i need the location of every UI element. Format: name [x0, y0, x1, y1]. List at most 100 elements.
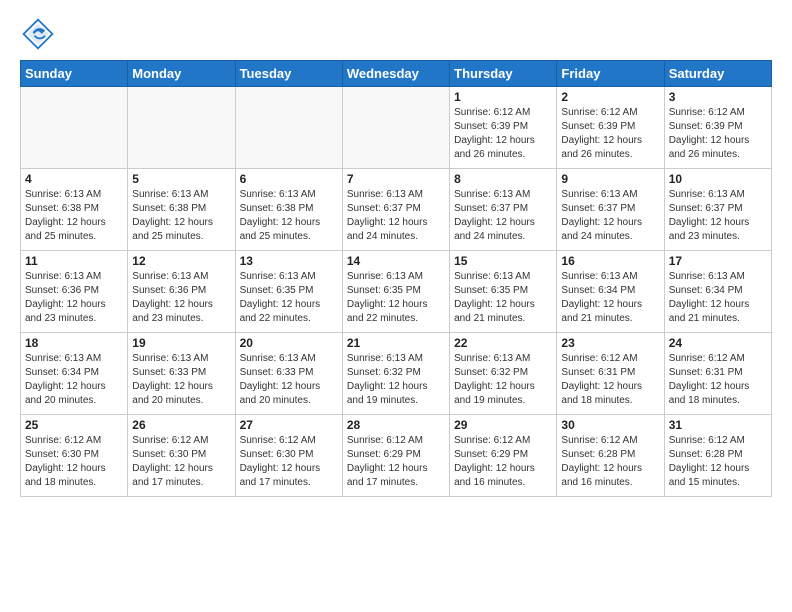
day-number: 3 [669, 90, 767, 104]
day-number: 31 [669, 418, 767, 432]
calendar-cell: 16Sunrise: 6:13 AM Sunset: 6:34 PM Dayli… [557, 251, 664, 333]
calendar-cell: 12 Sunrise: 6:13 AM Sunset: 6:36 PM Dayli… [128, 251, 235, 333]
calendar-cell: 3Sunrise: 6:12 AM Sunset: 6:39 PM Daylig… [664, 87, 771, 169]
day-number: 28 [347, 418, 445, 432]
week-row-5: 25Sunrise: 6:12 AM Sunset: 6:30 PM Dayli… [21, 415, 772, 497]
calendar-cell: 30 Sunrise: 6:12 AM Sunset: 6:28 PM Dayli… [557, 415, 664, 497]
day-info: Sunrise: 6:13 AM Sunset: 6:37 PM Dayligh… [669, 188, 767, 244]
day-number: 26 [132, 418, 230, 432]
day-info: Sunrise: 6:12 AM Sunset: 6:28 PM Dayligh… [561, 434, 659, 490]
calendar-cell: 10 Sunrise: 6:13 AM Sunset: 6:37 PM Dayli… [664, 169, 771, 251]
day-number: 23 [561, 336, 659, 350]
day-number: 19 [132, 336, 230, 350]
calendar-cell: 18 Sunrise: 6:13 AM Sunset: 6:34 PM Dayli… [21, 333, 128, 415]
day-number: 16 [561, 254, 659, 268]
day-number: 27 [240, 418, 338, 432]
weekday-header-row: SundayMondayTuesdayWednesdayThursdayFrid… [21, 61, 772, 87]
day-number: 24 [669, 336, 767, 350]
day-number: 21 [347, 336, 445, 350]
day-info: Sunrise: 6:12 AM Sunset: 6:29 PM Dayligh… [347, 434, 445, 490]
day-number: 12 [132, 254, 230, 268]
day-number: 30 [561, 418, 659, 432]
day-info: Sunrise: 6:12 AM Sunset: 6:39 PM Dayligh… [561, 106, 659, 162]
day-number: 13 [240, 254, 338, 268]
calendar-cell: 4 Sunrise: 6:13 AM Sunset: 6:38 PM Daylig… [21, 169, 128, 251]
calendar-cell: 9Sunrise: 6:13 AM Sunset: 6:37 PM Daylig… [557, 169, 664, 251]
calendar-cell: 14 Sunrise: 6:13 AM Sunset: 6:35 PM Dayli… [342, 251, 449, 333]
weekday-header-wednesday: Wednesday [342, 61, 449, 87]
day-info: Sunrise: 6:13 AM Sunset: 6:37 PM Dayligh… [347, 188, 445, 244]
day-info: Sunrise: 6:13 AM Sunset: 6:37 PM Dayligh… [454, 188, 552, 244]
day-number: 20 [240, 336, 338, 350]
day-number: 29 [454, 418, 552, 432]
calendar-cell [235, 87, 342, 169]
day-number: 2 [561, 90, 659, 104]
day-info: Sunrise: 6:12 AM Sunset: 6:30 PM Dayligh… [132, 434, 230, 490]
weekday-header-saturday: Saturday [664, 61, 771, 87]
day-number: 5 [132, 172, 230, 186]
day-info: Sunrise: 6:13 AM Sunset: 6:32 PM Dayligh… [347, 352, 445, 408]
calendar-cell: 23Sunrise: 6:12 AM Sunset: 6:31 PM Dayli… [557, 333, 664, 415]
day-info: Sunrise: 6:13 AM Sunset: 6:34 PM Dayligh… [25, 352, 123, 408]
day-info: Sunrise: 6:12 AM Sunset: 6:28 PM Dayligh… [669, 434, 767, 490]
day-number: 11 [25, 254, 123, 268]
page: SundayMondayTuesdayWednesdayThursdayFrid… [0, 0, 792, 612]
day-number: 1 [454, 90, 552, 104]
calendar-cell: 28 Sunrise: 6:12 AM Sunset: 6:29 PM Dayli… [342, 415, 449, 497]
calendar-cell: 7 Sunrise: 6:13 AM Sunset: 6:37 PM Daylig… [342, 169, 449, 251]
calendar-cell: 13Sunrise: 6:13 AM Sunset: 6:35 PM Dayli… [235, 251, 342, 333]
day-info: Sunrise: 6:13 AM Sunset: 6:38 PM Dayligh… [132, 188, 230, 244]
calendar-cell: 8Sunrise: 6:13 AM Sunset: 6:37 PM Daylig… [450, 169, 557, 251]
day-info: Sunrise: 6:13 AM Sunset: 6:33 PM Dayligh… [240, 352, 338, 408]
day-info: Sunrise: 6:13 AM Sunset: 6:35 PM Dayligh… [454, 270, 552, 326]
calendar-cell: 29 Sunrise: 6:12 AM Sunset: 6:29 PM Dayli… [450, 415, 557, 497]
calendar-cell: 5 Sunrise: 6:13 AM Sunset: 6:38 PM Daylig… [128, 169, 235, 251]
day-number: 7 [347, 172, 445, 186]
day-info: Sunrise: 6:13 AM Sunset: 6:33 PM Dayligh… [132, 352, 230, 408]
weekday-header-tuesday: Tuesday [235, 61, 342, 87]
header [20, 16, 772, 52]
logo-icon [20, 16, 56, 52]
day-info: Sunrise: 6:13 AM Sunset: 6:38 PM Dayligh… [240, 188, 338, 244]
calendar-cell: 22 Sunrise: 6:13 AM Sunset: 6:32 PM Dayli… [450, 333, 557, 415]
calendar-cell: 11Sunrise: 6:13 AM Sunset: 6:36 PM Dayli… [21, 251, 128, 333]
day-number: 15 [454, 254, 552, 268]
day-info: Sunrise: 6:13 AM Sunset: 6:35 PM Dayligh… [347, 270, 445, 326]
weekday-header-thursday: Thursday [450, 61, 557, 87]
day-info: Sunrise: 6:13 AM Sunset: 6:37 PM Dayligh… [561, 188, 659, 244]
calendar-cell: 25Sunrise: 6:12 AM Sunset: 6:30 PM Dayli… [21, 415, 128, 497]
day-number: 4 [25, 172, 123, 186]
day-number: 18 [25, 336, 123, 350]
day-number: 14 [347, 254, 445, 268]
calendar-cell: 31 Sunrise: 6:12 AM Sunset: 6:28 PM Dayli… [664, 415, 771, 497]
weekday-header-friday: Friday [557, 61, 664, 87]
day-info: Sunrise: 6:12 AM Sunset: 6:30 PM Dayligh… [240, 434, 338, 490]
day-number: 6 [240, 172, 338, 186]
logo [20, 16, 60, 52]
week-row-4: 18 Sunrise: 6:13 AM Sunset: 6:34 PM Dayli… [21, 333, 772, 415]
week-row-1: 1 Sunrise: 6:12 AM Sunset: 6:39 PM Daylig… [21, 87, 772, 169]
day-info: Sunrise: 6:12 AM Sunset: 6:39 PM Dayligh… [454, 106, 552, 162]
calendar-cell [21, 87, 128, 169]
day-info: Sunrise: 6:13 AM Sunset: 6:36 PM Dayligh… [132, 270, 230, 326]
calendar-cell [342, 87, 449, 169]
calendar-cell: 6 Sunrise: 6:13 AM Sunset: 6:38 PM Daylig… [235, 169, 342, 251]
day-info: Sunrise: 6:12 AM Sunset: 6:29 PM Dayligh… [454, 434, 552, 490]
calendar-cell: 21 Sunrise: 6:13 AM Sunset: 6:32 PM Dayli… [342, 333, 449, 415]
calendar-cell: 17Sunrise: 6:13 AM Sunset: 6:34 PM Dayli… [664, 251, 771, 333]
calendar-cell: 15 Sunrise: 6:13 AM Sunset: 6:35 PM Dayli… [450, 251, 557, 333]
calendar-cell: 24 Sunrise: 6:12 AM Sunset: 6:31 PM Dayli… [664, 333, 771, 415]
day-number: 10 [669, 172, 767, 186]
weekday-header-monday: Monday [128, 61, 235, 87]
day-info: Sunrise: 6:12 AM Sunset: 6:31 PM Dayligh… [669, 352, 767, 408]
calendar-cell: 20 Sunrise: 6:13 AM Sunset: 6:33 PM Dayli… [235, 333, 342, 415]
calendar-cell: 27 Sunrise: 6:12 AM Sunset: 6:30 PM Dayli… [235, 415, 342, 497]
day-info: Sunrise: 6:13 AM Sunset: 6:32 PM Dayligh… [454, 352, 552, 408]
calendar-cell [128, 87, 235, 169]
day-number: 22 [454, 336, 552, 350]
day-info: Sunrise: 6:13 AM Sunset: 6:38 PM Dayligh… [25, 188, 123, 244]
day-info: Sunrise: 6:12 AM Sunset: 6:30 PM Dayligh… [25, 434, 123, 490]
calendar-cell: 26 Sunrise: 6:12 AM Sunset: 6:30 PM Dayli… [128, 415, 235, 497]
calendar-cell: 1 Sunrise: 6:12 AM Sunset: 6:39 PM Daylig… [450, 87, 557, 169]
week-row-3: 11 Sunrise: 6:13 AM Sunset: 6:36 PM Dayli… [21, 251, 772, 333]
